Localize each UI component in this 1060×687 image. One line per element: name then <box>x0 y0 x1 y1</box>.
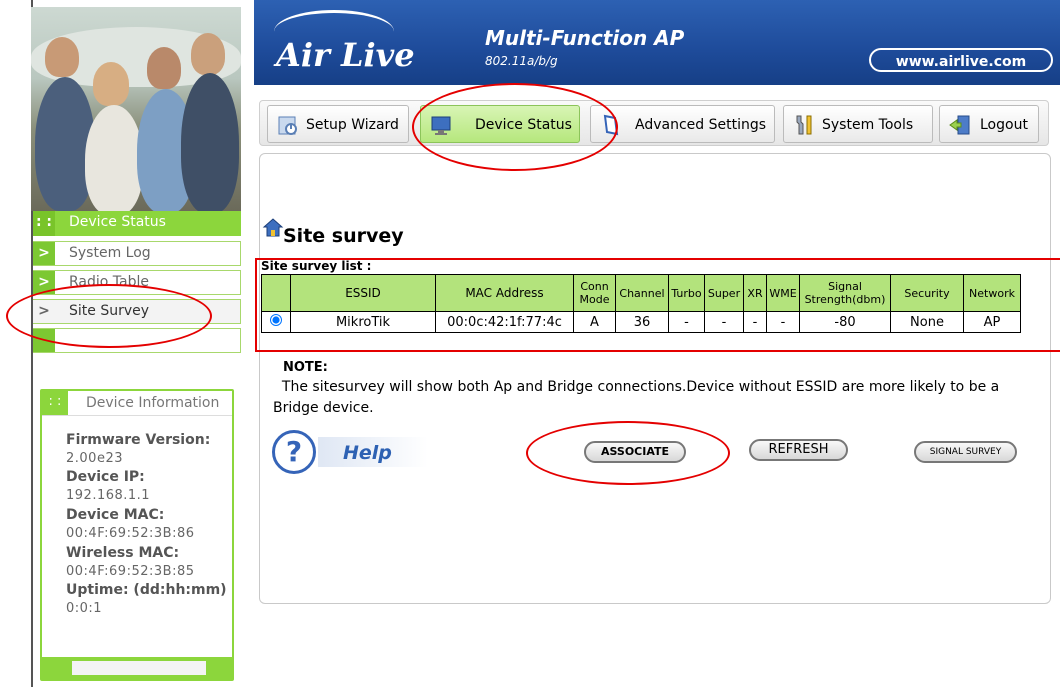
main-tab-bar: Setup Wizard Device Status Advanced Sett… <box>259 100 1049 146</box>
device-mac-value: 00:4F:69:52:3B:86 <box>66 526 195 541</box>
firmware-label: Firmware Version: <box>66 432 211 448</box>
tab-label: Logout <box>980 117 1028 133</box>
annotation-rect-survey-table <box>255 258 1060 352</box>
page-title: Site survey <box>283 225 404 247</box>
product-subtitle: 802.11a/b/g <box>485 54 558 68</box>
note-body: The sitesurvey will show both Ap and Bri… <box>273 379 1000 416</box>
sidebar-item-label: System Log <box>69 245 151 261</box>
device-info-footer <box>42 657 232 679</box>
annotation-oval-site-survey <box>6 284 212 348</box>
sidebar-marker: : : <box>33 211 55 236</box>
uptime-label: Uptime: (dd:hh:mm) <box>66 582 227 598</box>
uptime-value: 0:0:1 <box>66 601 103 616</box>
tab-setup-wizard[interactable]: Setup Wizard <box>267 105 409 143</box>
device-info-header: : : Device Information <box>42 391 232 416</box>
wireless-mac-label: Wireless MAC: <box>66 545 180 561</box>
device-info-panel: : : Device Information Firmware Version:… <box>40 389 234 681</box>
website-link[interactable]: www.airlive.com <box>869 48 1053 72</box>
annotation-oval-device-status <box>412 83 618 171</box>
wizard-icon <box>278 116 297 135</box>
logout-icon <box>949 115 970 135</box>
device-ip-value: 192.168.1.1 <box>66 488 151 503</box>
tools-icon <box>796 115 812 135</box>
tab-system-tools[interactable]: System Tools <box>783 105 933 143</box>
airlive-logo: Air Live <box>276 36 415 74</box>
tab-label: Advanced Settings <box>635 117 767 133</box>
chevron-right-icon: > <box>33 242 55 265</box>
tab-label: System Tools <box>822 117 914 133</box>
device-info-title: Device Information <box>86 395 220 411</box>
dots-icon: : : <box>42 391 68 415</box>
home-icon <box>262 218 284 237</box>
header-photo <box>31 7 241 211</box>
sidebar-item-label: Device Status <box>69 214 166 230</box>
device-mac-label: Device MAC: <box>66 507 165 523</box>
note-label: NOTE: <box>283 360 328 375</box>
header-banner: Air Live Multi-Function AP 802.11a/b/g w… <box>254 0 1060 85</box>
annotation-oval-associate <box>526 421 730 485</box>
signal-survey-button[interactable]: SIGNAL SURVEY <box>914 441 1017 463</box>
help-icon[interactable]: ? <box>272 430 316 474</box>
tab-label: Setup Wizard <box>306 117 399 133</box>
sidebar-item-device-status[interactable]: : : Device Status <box>33 211 241 236</box>
help-link[interactable]: Help <box>343 442 392 464</box>
footer-bar <box>72 661 206 675</box>
refresh-button[interactable]: REFRESH <box>749 439 848 461</box>
sidebar-item-system-log[interactable]: > System Log <box>33 241 241 266</box>
product-title: Multi-Function AP <box>485 26 685 50</box>
tab-logout[interactable]: Logout <box>939 105 1039 143</box>
note-text: The sitesurvey will show both Ap and Bri… <box>273 377 1043 419</box>
wireless-mac-value: 00:4F:69:52:3B:85 <box>66 564 195 579</box>
firmware-value: 2.00e23 <box>66 451 123 466</box>
device-ip-label: Device IP: <box>66 469 145 485</box>
